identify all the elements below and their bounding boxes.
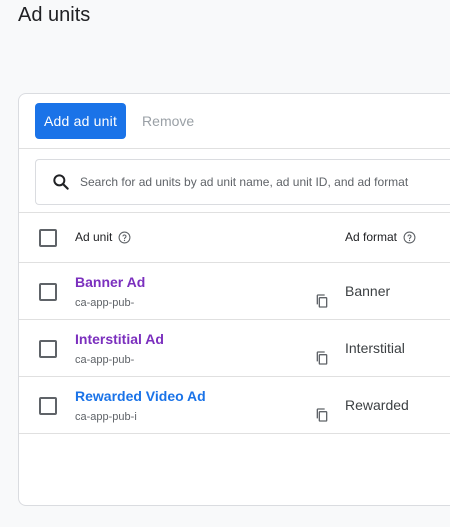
column-header-ad-format: Ad format [345, 230, 416, 244]
help-icon[interactable] [403, 231, 416, 244]
help-icon[interactable] [118, 231, 131, 244]
toolbar: Add ad unit Remove [19, 94, 450, 149]
select-all-checkbox[interactable] [39, 229, 57, 247]
ad-unit-name-link[interactable]: Banner Ad [75, 274, 145, 290]
ad-unit-name-link[interactable]: Interstitial Ad [75, 331, 164, 347]
row-checkbox[interactable] [39, 397, 57, 415]
search-icon [50, 171, 72, 193]
ad-unit-name-link[interactable]: Rewarded Video Ad [75, 388, 206, 404]
ad-unit-id: ca-app-pub- [75, 297, 135, 309]
ad-format-value: Interstitial [345, 340, 405, 356]
table-row: Interstitial Ad ca-app-pub- Interstitial [19, 320, 450, 377]
copy-icon[interactable] [314, 293, 330, 309]
add-ad-unit-button[interactable]: Add ad unit [35, 103, 127, 139]
ad-unit-id: ca-app-pub-i [75, 411, 137, 423]
page-title: Ad units [18, 4, 91, 26]
search-input[interactable] [80, 175, 450, 189]
copy-icon[interactable] [314, 407, 330, 423]
remove-button[interactable]: Remove [126, 103, 210, 139]
column-header-ad-format-label: Ad format [345, 230, 398, 244]
column-header-ad-unit-label: Ad unit [75, 230, 113, 244]
column-header-ad-unit: Ad unit [75, 230, 131, 244]
table-row: Rewarded Video Ad ca-app-pub-i Rewarded [19, 377, 450, 434]
search-box[interactable] [35, 159, 450, 205]
row-checkbox[interactable] [39, 283, 57, 301]
ad-units-card: Add ad unit Remove Ad unit [18, 93, 450, 506]
table-header: Ad unit Ad format [19, 213, 450, 263]
table-row: Banner Ad ca-app-pub- Banner [19, 263, 450, 320]
copy-icon[interactable] [314, 350, 330, 366]
row-checkbox[interactable] [39, 340, 57, 358]
ad-unit-id: ca-app-pub- [75, 354, 135, 366]
ad-format-value: Banner [345, 283, 391, 299]
search-section [19, 149, 450, 213]
ad-format-value: Rewarded [345, 397, 409, 413]
